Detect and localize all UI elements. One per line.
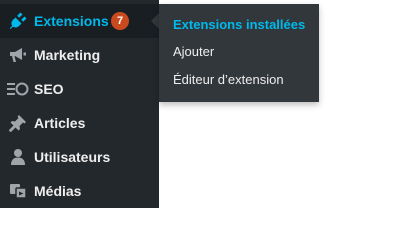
submenu-item-installed-extensions[interactable]: Extensions installées: [173, 17, 305, 32]
flyout-pointer: [151, 13, 159, 29]
sidebar-item-articles[interactable]: Articles: [0, 106, 159, 140]
sidebar-item-seo[interactable]: SEO: [0, 72, 159, 106]
sidebar-item-label: Marketing: [34, 47, 101, 63]
sidebar-item-extensions[interactable]: Extensions 7: [0, 4, 159, 38]
sidebar-item-label: Articles: [34, 115, 86, 131]
sidebar-item-media[interactable]: Médias: [0, 174, 159, 208]
sidebar-item-label: SEO: [34, 81, 64, 97]
extensions-submenu: Extensions installées Ajouter Éditeur d’…: [159, 4, 319, 102]
pin-icon: [7, 112, 29, 134]
user-icon: [7, 146, 29, 168]
sidebar-item-label: Utilisateurs: [34, 149, 111, 165]
update-count-badge: 7: [111, 12, 129, 30]
submenu-item-add[interactable]: Ajouter: [173, 44, 214, 59]
submenu-item-extension-editor[interactable]: Éditeur d’extension: [173, 72, 284, 87]
seo-icon: [7, 78, 29, 100]
sidebar-item-marketing[interactable]: Marketing: [0, 38, 159, 72]
plugin-icon: [7, 10, 29, 32]
admin-menu-screen: Extensions 7 Marketing SEO Articles Util…: [0, 0, 417, 208]
megaphone-icon: [7, 44, 29, 66]
sidebar-item-label: Médias: [34, 183, 82, 199]
sidebar-item-label: Extensions: [34, 13, 109, 29]
admin-sidebar: Extensions 7 Marketing SEO Articles Util…: [0, 0, 159, 208]
media-icon: [7, 180, 29, 202]
sidebar-item-users[interactable]: Utilisateurs: [0, 140, 159, 174]
